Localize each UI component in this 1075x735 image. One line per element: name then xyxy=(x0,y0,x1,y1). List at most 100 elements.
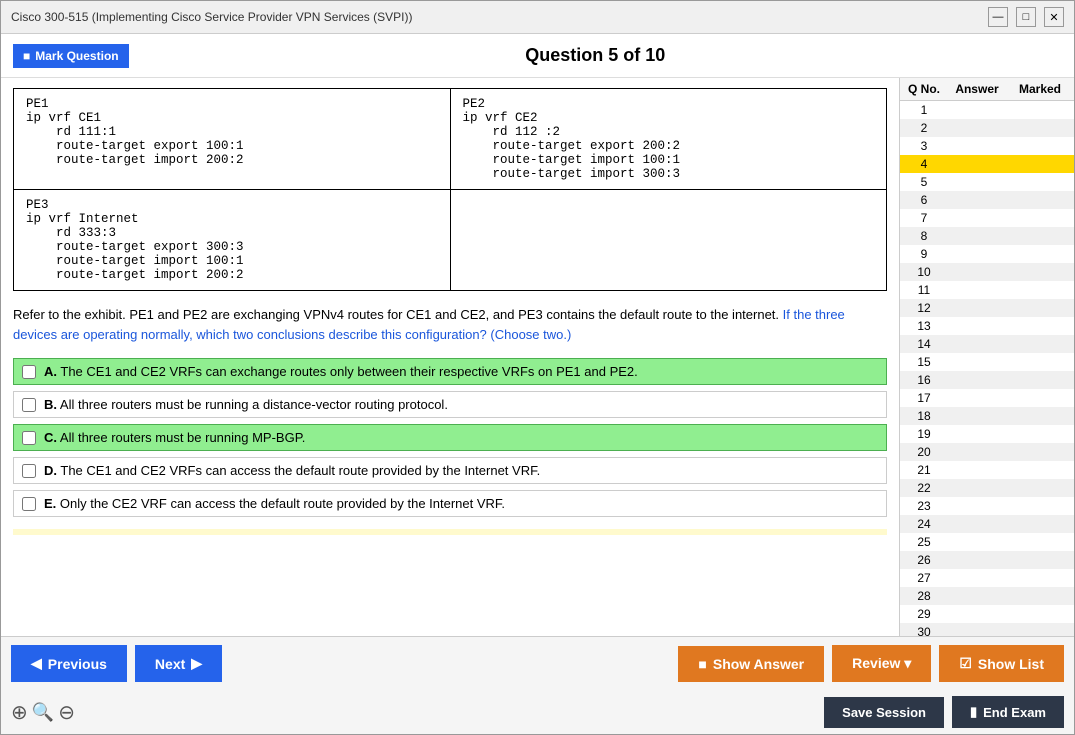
sidebar-row[interactable]: 9 xyxy=(900,245,1074,263)
action-row: ⊕ 🔍 ⊖ Save Session ▮ End Exam xyxy=(1,690,1074,734)
sidebar-row[interactable]: 15 xyxy=(900,353,1074,371)
show-list-button[interactable]: ☑ Show List xyxy=(939,645,1064,682)
sidebar-row[interactable]: 5 xyxy=(900,173,1074,191)
exhibit-cell-pe3: PE3 ip vrf Internet rd 333:3 route-targe… xyxy=(14,190,451,291)
answer-row-b[interactable]: B. All three routers must be running a d… xyxy=(13,391,887,418)
sidebar-body: 1234567891011121314151617181920212223242… xyxy=(900,101,1074,636)
sidebar-row[interactable]: 4 xyxy=(900,155,1074,173)
maximize-button[interactable]: □ xyxy=(1016,7,1036,27)
end-exam-button[interactable]: ▮ End Exam xyxy=(952,696,1064,728)
sidebar-qnum: 22 xyxy=(904,481,944,495)
sidebar-row[interactable]: 21 xyxy=(900,461,1074,479)
answer-checkbox-a[interactable] xyxy=(22,365,36,379)
show-answer-button[interactable]: ■ Show Answer xyxy=(678,646,824,682)
question-text: Refer to the exhibit. PE1 and PE2 are ex… xyxy=(13,305,887,344)
sidebar-qnum: 3 xyxy=(904,139,944,153)
answer-label-d: D. The CE1 and CE2 VRFs can access the d… xyxy=(44,463,540,478)
answer-label-b: B. All three routers must be running a d… xyxy=(44,397,448,412)
next-label: Next xyxy=(155,656,185,672)
review-arrow-icon: ▾ xyxy=(904,655,911,671)
sidebar-qnum: 13 xyxy=(904,319,944,333)
sidebar-qnum: 25 xyxy=(904,535,944,549)
question-highlight: If the three devices are operating norma… xyxy=(13,307,845,342)
sidebar-qnum: 30 xyxy=(904,625,944,636)
sidebar-row[interactable]: 12 xyxy=(900,299,1074,317)
sidebar-qnum: 20 xyxy=(904,445,944,459)
yellow-divider xyxy=(13,529,887,535)
sidebar-row[interactable]: 30 xyxy=(900,623,1074,636)
answer-checkbox-b[interactable] xyxy=(22,398,36,412)
sidebar-row[interactable]: 22 xyxy=(900,479,1074,497)
sidebar-header: Q No. Answer Marked xyxy=(900,78,1074,101)
question-title: Question 5 of 10 xyxy=(129,45,1062,66)
sidebar: Q No. Answer Marked 12345678910111213141… xyxy=(899,78,1074,636)
sidebar-row[interactable]: 14 xyxy=(900,335,1074,353)
sidebar-qnum: 7 xyxy=(904,211,944,225)
sidebar-row[interactable]: 20 xyxy=(900,443,1074,461)
mark-question-button[interactable]: ■ Mark Question xyxy=(13,44,129,68)
sidebar-row[interactable]: 8 xyxy=(900,227,1074,245)
sidebar-qnum: 27 xyxy=(904,571,944,585)
sidebar-qnum: 21 xyxy=(904,463,944,477)
sidebar-qnum: 26 xyxy=(904,553,944,567)
sidebar-row[interactable]: 6 xyxy=(900,191,1074,209)
sidebar-qnum: 8 xyxy=(904,229,944,243)
sidebar-row[interactable]: 29 xyxy=(900,605,1074,623)
window-controls: — □ ✕ xyxy=(988,7,1064,27)
sidebar-row[interactable]: 17 xyxy=(900,389,1074,407)
nav-row: ◀ Previous Next ▶ ■ Show Answer Review ▾… xyxy=(1,637,1074,690)
sidebar-qnum: 29 xyxy=(904,607,944,621)
sidebar-qnum: 17 xyxy=(904,391,944,405)
prev-arrow-icon: ◀ xyxy=(31,655,42,672)
sidebar-row[interactable]: 7 xyxy=(900,209,1074,227)
end-exam-icon: ▮ xyxy=(970,704,977,720)
minimize-button[interactable]: — xyxy=(988,7,1008,27)
sidebar-row[interactable]: 28 xyxy=(900,587,1074,605)
answer-row-d[interactable]: D. The CE1 and CE2 VRFs can access the d… xyxy=(13,457,887,484)
answer-checkbox-d[interactable] xyxy=(22,464,36,478)
sidebar-qnum: 9 xyxy=(904,247,944,261)
show-list-label: Show List xyxy=(978,656,1044,672)
mark-icon: ■ xyxy=(23,49,30,63)
review-button[interactable]: Review ▾ xyxy=(832,645,931,682)
sidebar-row[interactable]: 16 xyxy=(900,371,1074,389)
close-button[interactable]: ✕ xyxy=(1044,7,1064,27)
sidebar-row[interactable]: 10 xyxy=(900,263,1074,281)
sidebar-row[interactable]: 13 xyxy=(900,317,1074,335)
answer-row-c[interactable]: C. All three routers must be running MP-… xyxy=(13,424,887,451)
end-exam-label: End Exam xyxy=(983,705,1046,720)
answer-checkbox-c[interactable] xyxy=(22,431,36,445)
sidebar-col-answer: Answer xyxy=(944,82,1010,96)
sidebar-qnum: 2 xyxy=(904,121,944,135)
sidebar-row[interactable]: 27 xyxy=(900,569,1074,587)
zoom-out-button[interactable]: ⊖ xyxy=(58,700,75,725)
sidebar-row[interactable]: 3 xyxy=(900,137,1074,155)
previous-button[interactable]: ◀ Previous xyxy=(11,645,127,682)
sidebar-row[interactable]: 23 xyxy=(900,497,1074,515)
save-session-button[interactable]: Save Session xyxy=(824,697,944,728)
sidebar-row[interactable]: 1 xyxy=(900,101,1074,119)
bottom-bar: ◀ Previous Next ▶ ■ Show Answer Review ▾… xyxy=(1,636,1074,734)
sidebar-qnum: 6 xyxy=(904,193,944,207)
sidebar-row[interactable]: 18 xyxy=(900,407,1074,425)
sidebar-row[interactable]: 26 xyxy=(900,551,1074,569)
previous-label: Previous xyxy=(48,656,107,672)
sidebar-row[interactable]: 25 xyxy=(900,533,1074,551)
zoom-reset-button[interactable]: 🔍 xyxy=(32,702,54,723)
zoom-in-button[interactable]: ⊕ xyxy=(11,700,28,725)
answer-row-a[interactable]: A. The CE1 and CE2 VRFs can exchange rou… xyxy=(13,358,887,385)
sidebar-row[interactable]: 11 xyxy=(900,281,1074,299)
sidebar-row[interactable]: 19 xyxy=(900,425,1074,443)
exhibit-cell-empty xyxy=(450,190,887,291)
exhibit-cell-pe1: PE1 ip vrf CE1 rd 111:1 route-target exp… xyxy=(14,89,451,190)
sidebar-qnum: 28 xyxy=(904,589,944,603)
sidebar-qnum: 23 xyxy=(904,499,944,513)
answer-checkbox-e[interactable] xyxy=(22,497,36,511)
answer-row-e[interactable]: E. Only the CE2 VRF can access the defau… xyxy=(13,490,887,517)
content-area: PE1 ip vrf CE1 rd 111:1 route-target exp… xyxy=(1,78,899,636)
next-button[interactable]: Next ▶ xyxy=(135,645,222,682)
main-window: Cisco 300-515 (Implementing Cisco Servic… xyxy=(0,0,1075,735)
sidebar-row[interactable]: 2 xyxy=(900,119,1074,137)
sidebar-row[interactable]: 24 xyxy=(900,515,1074,533)
sidebar-qnum: 5 xyxy=(904,175,944,189)
